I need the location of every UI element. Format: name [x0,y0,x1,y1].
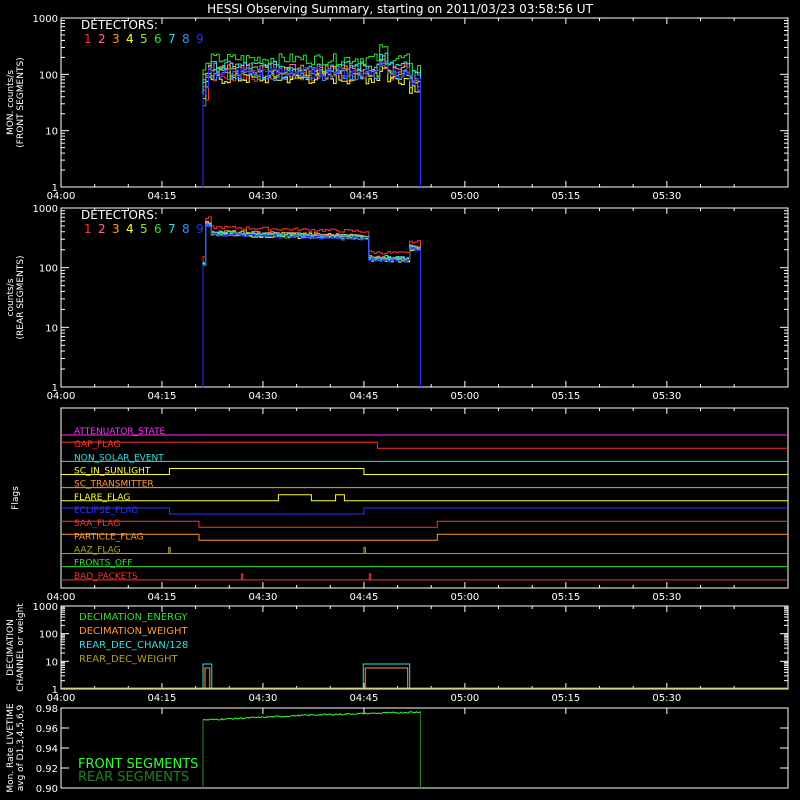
y-tick-label: 100 [39,630,58,641]
y-axis-label: DECIMATION [6,619,16,676]
x-tick-label: 05:15 [551,592,580,603]
y-tick-label: 0.98 [36,704,58,715]
y-axis-label: (REAR SEGMENTS) [16,255,26,339]
decimation-legend-item: REAR_DEC_CHAN/128 [79,640,188,651]
y-axis-label: avg of D1,3,4,5,6,9 [16,704,26,791]
x-tick-label: 04:30 [249,191,278,202]
legend-detector-7: 7 [168,222,176,236]
legend-detector-2: 2 [98,32,106,46]
legend-detector-7: 7 [168,32,176,46]
x-tick-label: 05:30 [652,592,681,603]
x-tick-label: 05:00 [450,391,479,402]
x-tick-label: 04:45 [350,693,379,704]
x-tick-label: 04:30 [249,693,278,704]
x-tick-label: 05:00 [450,191,479,202]
legend-detector-4: 4 [126,32,134,46]
flag-label: SAA_FLAG [74,519,120,529]
x-tick-label: 05:15 [551,391,580,402]
x-tick-label: 05:15 [551,191,580,202]
legend-detector-1: 1 [84,32,92,46]
y-axis-label: Flags [11,486,21,510]
legend-detector-1: 1 [84,222,92,236]
legend-detector-8: 8 [182,32,190,46]
figure-title: HESSI Observing Summary, starting on 201… [207,2,593,16]
livetime-legend-rear: REAR SEGMENTS [78,770,189,785]
legend-detector-9: 9 [196,32,204,46]
x-tick-label: 05:15 [551,693,580,704]
x-tick-label: 04:30 [249,391,278,402]
y-tick-label: 100 [39,70,58,81]
x-tick-label: 05:30 [652,391,681,402]
x-tick-label: 04:45 [350,191,379,202]
y-axis-label: counts/s [6,278,16,316]
x-tick-label: 05:30 [652,191,681,202]
decimation-legend-item: DECIMATION_ENERGY [79,612,188,623]
y-axis-label: Mon. Rate LIVETIME [6,703,16,793]
x-tick-label: 04:15 [148,693,177,704]
x-tick-label: 04:30 [249,592,278,603]
y-tick-label: 1000 [33,14,58,25]
y-tick-label: 1 [52,685,58,696]
y-tick-label: 1000 [33,204,58,215]
y-tick-label: 10 [45,323,58,334]
legend-detector-6: 6 [154,222,162,236]
legend-detector-3: 3 [112,32,120,46]
x-tick-label: 05:00 [450,592,479,603]
legend-detector-8: 8 [182,222,190,236]
y-axis-label: MON. counts/s [6,70,16,135]
x-tick-label: 04:45 [350,592,379,603]
x-tick-label: 05:00 [450,693,479,704]
flag-label: FLARE_FLAG [74,493,130,503]
legend-detector-6: 6 [154,32,162,46]
x-tick-label: 04:15 [148,191,177,202]
y-tick-label: 0.96 [36,724,58,735]
y-tick-label: 10 [45,657,58,668]
x-tick-label: 04:15 [148,592,177,603]
legend-detector-5: 5 [140,222,148,236]
legend-detector-2: 2 [98,222,106,236]
y-tick-label: 10 [45,127,58,138]
x-tick-label: 05:30 [652,693,681,704]
legend-detector-9: 9 [196,222,204,236]
y-tick-label: 1000 [33,602,58,613]
y-axis-label: CHANNEL or weight [16,603,26,692]
legend-title: DETECTORS: [81,208,158,222]
x-tick-label: 04:15 [148,391,177,402]
x-tick-label: 04:45 [350,391,379,402]
decimation-legend-item: REAR_DEC_WEIGHT [79,654,178,665]
y-tick-label: 0.90 [36,784,58,795]
y-tick-label: 1 [52,183,58,194]
hessi-summary-figure: HESSI Observing Summary, starting on 201… [0,0,800,800]
legend-detector-4: 4 [126,222,134,236]
legend-detector-3: 3 [112,222,120,236]
y-axis-label: (FRONT SEGMENTS) [16,57,26,147]
legend-detector-5: 5 [140,32,148,46]
legend-title: DETECTORS: [81,18,158,32]
decimation-legend-item: DECIMATION_WEIGHT [79,626,188,637]
y-tick-label: 0.92 [36,764,58,775]
y-tick-label: 0.94 [36,744,58,755]
y-tick-label: 1 [52,383,58,394]
y-tick-label: 100 [39,264,58,275]
